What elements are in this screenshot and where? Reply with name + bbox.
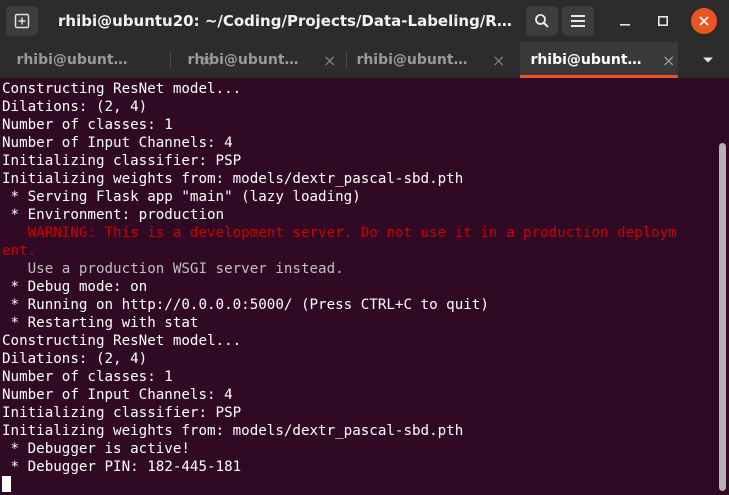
terminal-line: * Environment: production [2, 207, 225, 223]
terminal-line: Initializing classifier: PSP [2, 153, 242, 169]
terminal-line: * Debugger PIN: 182-445-181 [2, 459, 242, 475]
tab-close-icon[interactable]: × [492, 51, 505, 70]
close-icon [699, 16, 709, 26]
tab-3[interactable]: rhibi@ubunt… × [352, 42, 517, 78]
search-icon [535, 14, 549, 28]
terminal-line: Number of Input Channels: 4 [2, 387, 233, 403]
terminal-line: WARNING: This is a development server. D… [2, 225, 677, 241]
new-tab-button[interactable] [6, 6, 38, 36]
tab-label: rhibi@ubunt… [530, 52, 642, 68]
tab-label: rhibi@ubunt… [356, 52, 468, 68]
tab-list-dropdown[interactable] [687, 42, 729, 78]
maximize-button[interactable] [650, 8, 676, 34]
terminal-line: * Running on http://0.0.0.0:5000/ (Press… [2, 297, 489, 313]
menu-button[interactable] [562, 6, 594, 36]
terminal-line: Use a production WSGI server instead. [2, 261, 344, 277]
tab-4-active[interactable]: rhibi@ubunt… × [520, 42, 678, 78]
minimize-button[interactable] [612, 8, 638, 34]
tab-close-icon[interactable]: × [323, 51, 336, 70]
terminal-line: * Debugger is active! [2, 441, 190, 457]
terminal-line: ent. [2, 243, 37, 259]
tab-close-icon[interactable]: × [662, 51, 675, 70]
terminal-line: Dilations: (2, 4) [2, 351, 148, 367]
terminal-line: Constructing ResNet model... [2, 81, 242, 97]
hamburger-menu-icon [571, 15, 585, 27]
maximize-icon [658, 16, 668, 26]
window-title: rhibi@ubuntu20: ~/Coding/Projects/Data-L… [58, 12, 513, 30]
minimize-icon [620, 24, 630, 26]
terminal-window: rhibi@ubuntu20: ~/Coding/Projects/Data-L… [0, 0, 729, 495]
terminal-text: Constructing ResNet model... Dilations: … [0, 80, 718, 494]
new-tab-icon [14, 13, 30, 29]
tab-separator [170, 51, 171, 69]
terminal-line: * Debug mode: on [2, 279, 148, 295]
terminal-line: Number of classes: 1 [2, 117, 173, 133]
terminal-line: * Serving Flask app "main" (lazy loading… [2, 189, 361, 205]
tab-bar: rhibi@ubunt… × rhibi@ubunt… × rhibi@ubun… [0, 42, 729, 78]
terminal-line: Constructing ResNet model... [2, 333, 242, 349]
tab-label: rhibi@ubunt… [16, 52, 128, 68]
scrollbar-thumb[interactable] [719, 143, 726, 491]
terminal-line: Dilations: (2, 4) [2, 99, 148, 115]
chevron-down-icon [703, 57, 713, 63]
terminal-line: Initializing weights from: models/dextr_… [2, 423, 464, 439]
terminal-cursor [2, 476, 11, 492]
terminal-output[interactable]: Constructing ResNet model... Dilations: … [0, 80, 718, 495]
terminal-line: Number of classes: 1 [2, 369, 173, 385]
tab-separator [346, 51, 347, 69]
header-bar: rhibi@ubuntu20: ~/Coding/Projects/Data-L… [0, 0, 729, 42]
close-button[interactable] [691, 8, 717, 34]
search-button[interactable] [526, 6, 558, 36]
terminal-line: Number of Input Channels: 4 [2, 135, 233, 151]
tab-2[interactable]: rhibi@ubunt… × [183, 42, 343, 78]
active-tab-indicator [520, 75, 678, 78]
terminal-line: Initializing classifier: PSP [2, 405, 242, 421]
terminal-line: Initializing weights from: models/dextr_… [2, 171, 464, 187]
tab-label: rhibi@ubunt… [187, 52, 299, 68]
terminal-line: * Restarting with stat [2, 315, 199, 331]
